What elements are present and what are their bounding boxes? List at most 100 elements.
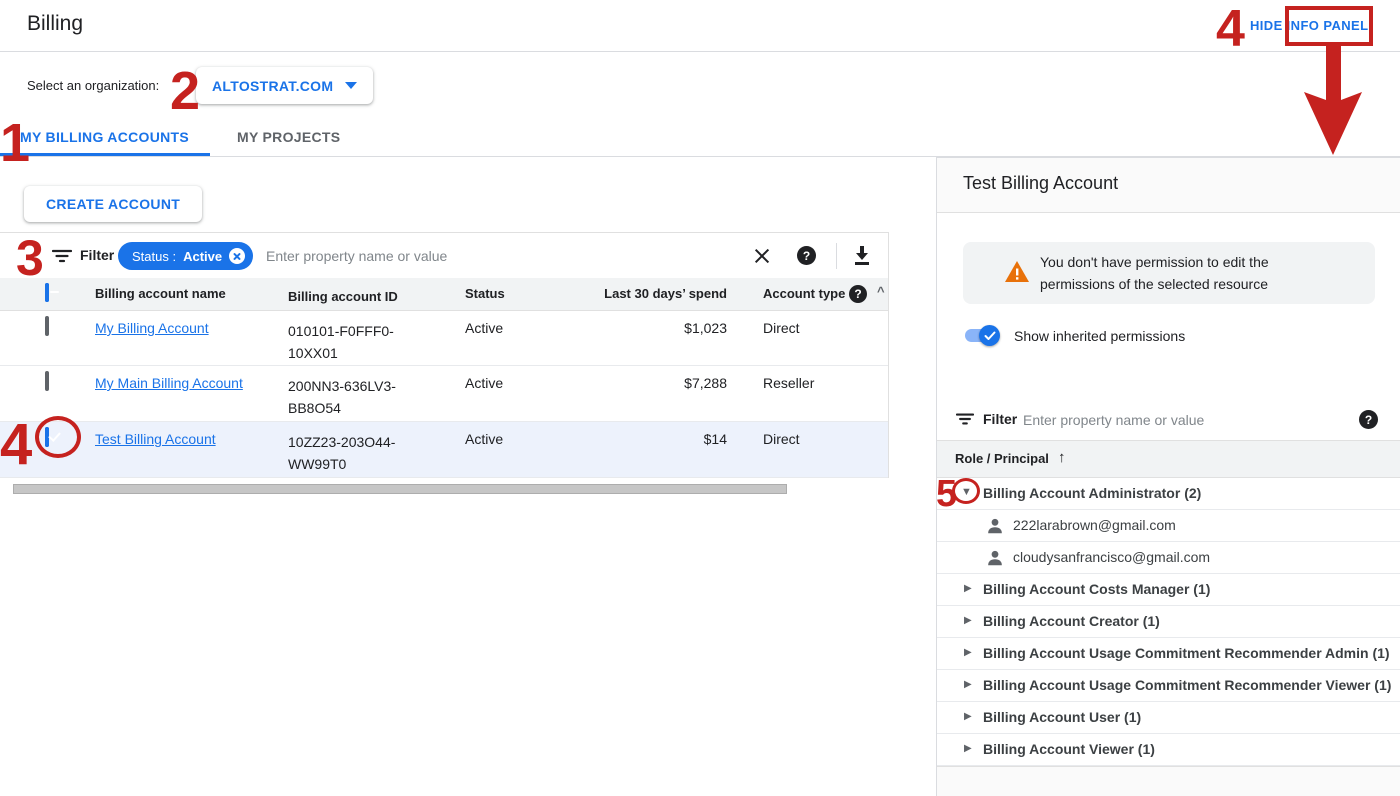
account-link[interactable]: Test Billing Account — [95, 431, 216, 447]
person-icon — [986, 517, 1004, 535]
member-email: cloudysanfrancisco@gmail.com — [1013, 549, 1210, 565]
role-label: Billing Account Costs Manager (1) — [983, 581, 1210, 597]
role-row[interactable]: ▶ Billing Account Creator (1) — [937, 606, 1400, 638]
role-label: Billing Account Administrator (2) — [983, 485, 1201, 501]
col-header-status[interactable]: Status — [465, 286, 505, 301]
role-principal-header[interactable]: Role / Principal ↑ — [937, 441, 1400, 478]
table-row-selected: Test Billing Account 10ZZ23-203O44-WW99T… — [0, 422, 888, 478]
row-checkbox[interactable] — [45, 316, 49, 336]
dropdown-caret-icon — [345, 82, 357, 89]
filter-funnel-icon — [956, 411, 974, 427]
account-link[interactable]: My Main Billing Account — [95, 375, 243, 391]
clear-filter-icon[interactable] — [752, 246, 772, 266]
create-account-button[interactable]: CREATE ACCOUNT — [24, 186, 202, 222]
expand-triangle-icon[interactable]: ▶ — [964, 646, 972, 660]
show-inherited-toggle[interactable] — [963, 325, 1000, 346]
account-id: 010101-F0FFF0-10XX01 — [288, 320, 394, 364]
role-row-expanded[interactable]: ▼ Billing Account Administrator (2) — [937, 478, 1400, 510]
permission-warning-banner: You don't have permission to edit the pe… — [963, 242, 1375, 304]
billing-table-header: Billing account name Billing account ID … — [0, 278, 888, 311]
info-panel-title: Test Billing Account — [963, 173, 1118, 194]
chip-remove-icon[interactable] — [229, 248, 245, 264]
account-id: 10ZZ23-203O44-WW99T0 — [288, 431, 395, 475]
account-link[interactable]: My Billing Account — [95, 320, 209, 336]
row-checkbox[interactable] — [45, 371, 49, 391]
role-row[interactable]: ▶ Billing Account Usage Commitment Recom… — [937, 638, 1400, 670]
collapse-triangle-icon[interactable]: ▼ — [961, 487, 972, 498]
role-row[interactable]: ▶ Billing Account Costs Manager (1) — [937, 574, 1400, 606]
filter-chip-value: Active — [183, 249, 222, 264]
table-row: My Billing Account 010101-F0FFF0-10XX01 … — [0, 311, 888, 366]
col-header-account-name[interactable]: Billing account name — [95, 286, 226, 301]
col-header-account-type[interactable]: Account type — [763, 286, 845, 301]
role-label: Billing Account Usage Commitment Recomme… — [983, 645, 1390, 661]
account-status: Active — [465, 320, 503, 336]
expand-triangle-icon[interactable]: ▶ — [964, 614, 972, 628]
panel-filter-label: Filter — [983, 411, 1017, 427]
panel-filter-input[interactable] — [1023, 407, 1273, 433]
panel-filter-help-icon[interactable]: ? — [1359, 410, 1378, 429]
inherited-permissions-row: Show inherited permissions — [963, 325, 1185, 346]
table-row: My Main Billing Account 200NN3-636LV3-BB… — [0, 366, 888, 422]
role-list: ▼ Billing Account Administrator (2) 222l… — [937, 478, 1400, 766]
show-inherited-label: Show inherited permissions — [1014, 328, 1185, 344]
account-spend: $1,023 — [560, 320, 727, 336]
role-label: Billing Account Usage Commitment Recomme… — [983, 677, 1391, 693]
role-principal-label: Role / Principal — [955, 451, 1049, 466]
row-checkbox-checked[interactable] — [45, 427, 49, 447]
warning-icon — [1005, 261, 1029, 282]
page-title: Billing — [27, 12, 83, 36]
table-filter-bar: Filter Status : Active ? — [0, 232, 888, 278]
account-spend: $7,288 — [560, 375, 727, 391]
filter-input[interactable] — [266, 242, 686, 270]
horizontal-scrollbar[interactable] — [13, 484, 787, 494]
person-icon — [986, 549, 1004, 567]
download-icon[interactable] — [852, 245, 872, 267]
org-selector-label: Select an organization: — [27, 78, 159, 93]
org-selector-dropdown[interactable]: ALTOSTRAT.COM — [196, 67, 373, 104]
account-spend: $14 — [560, 431, 727, 447]
main-content-right-border — [888, 232, 889, 478]
annotation-arrow-down — [1298, 46, 1368, 156]
permission-warning-text: You don't have permission to edit the pe… — [1040, 251, 1325, 295]
role-row[interactable]: ▶ Billing Account Usage Commitment Recom… — [937, 670, 1400, 702]
member-row[interactable]: cloudysanfrancisco@gmail.com — [937, 542, 1400, 574]
expand-triangle-icon[interactable]: ▶ — [964, 742, 972, 756]
hide-info-panel-link[interactable]: HIDE INFO PANEL — [1250, 18, 1368, 33]
member-email: 222larabrown@gmail.com — [1013, 517, 1176, 533]
sort-ascending-icon: ↑ — [1058, 449, 1066, 466]
col-header-spend[interactable]: Last 30 days’ spend — [560, 286, 727, 301]
account-type-help-icon[interactable]: ? — [849, 285, 867, 303]
role-row[interactable]: ▶ Billing Account Viewer (1) — [937, 734, 1400, 766]
top-app-bar: Billing HIDE INFO PANEL — [0, 0, 1400, 52]
select-all-checkbox[interactable] — [45, 283, 49, 302]
filter-help-icon[interactable]: ? — [797, 246, 816, 265]
tab-my-projects[interactable]: MY PROJECTS — [237, 129, 340, 145]
expand-triangle-icon[interactable]: ▶ — [964, 678, 972, 692]
member-row[interactable]: 222larabrown@gmail.com — [937, 510, 1400, 542]
filter-label: Filter — [80, 247, 114, 263]
account-type: Reseller — [763, 375, 814, 391]
account-type: Direct — [763, 431, 800, 447]
filter-chip-status-active[interactable]: Status : Active — [118, 242, 253, 270]
account-status: Active — [465, 431, 503, 447]
tab-my-billing-accounts[interactable]: MY BILLING ACCOUNTS — [20, 129, 189, 145]
account-id: 200NN3-636LV3-BB8O54 — [288, 375, 396, 419]
info-panel: Test Billing Account You don't have perm… — [936, 157, 1400, 796]
col-header-account-id[interactable]: Billing account ID — [288, 286, 398, 308]
toggle-thumb — [979, 325, 1000, 346]
expand-triangle-icon[interactable]: ▶ — [964, 582, 972, 596]
org-selector-value: ALTOSTRAT.COM — [212, 78, 333, 94]
role-label: Billing Account User (1) — [983, 709, 1141, 725]
filterbar-divider — [836, 243, 837, 269]
expand-triangle-icon[interactable]: ▶ — [964, 710, 972, 724]
panel-footer — [937, 766, 1400, 796]
account-status: Active — [465, 375, 503, 391]
filter-funnel-icon — [52, 247, 72, 265]
info-panel-header: Test Billing Account — [937, 158, 1400, 213]
role-label: Billing Account Creator (1) — [983, 613, 1160, 629]
role-row[interactable]: ▶ Billing Account User (1) — [937, 702, 1400, 734]
account-type: Direct — [763, 320, 800, 336]
panel-filter-bar: Filter ? — [937, 399, 1400, 441]
billing-page: Billing HIDE INFO PANEL Select an organi… — [0, 0, 1400, 796]
